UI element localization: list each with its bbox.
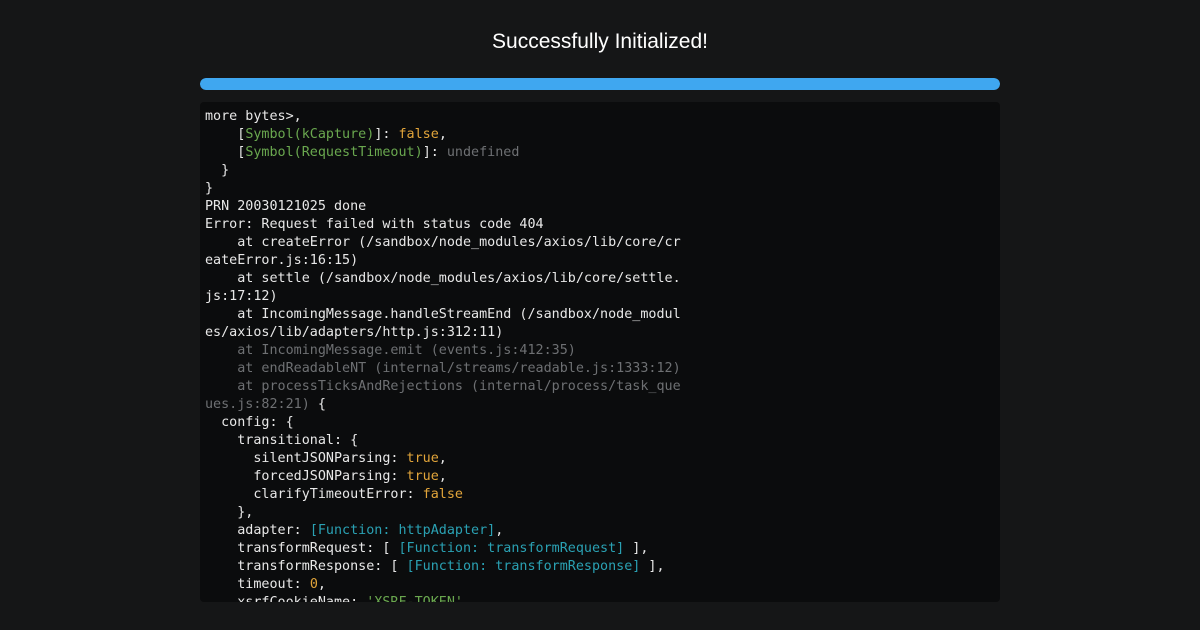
console-line-segment: Symbol(kCapture): [245, 127, 375, 142]
console-line-segment: transformResponse: [: [205, 559, 407, 574]
console-line-segment: xsrfCookieName:: [205, 595, 366, 602]
console-line-segment: timeout:: [205, 577, 310, 592]
console-line-segment: at IncomingMessage.handleStreamEnd (/san…: [205, 307, 681, 322]
console-line-segment: 0: [309, 577, 318, 592]
console-lines: more bytes>, [Symbol(kCapture)]: false, …: [205, 108, 681, 602]
console-line-segment: false: [398, 127, 439, 142]
console-line-segment: js:17:12): [205, 289, 278, 304]
console-line-segment: ]:: [374, 127, 399, 142]
console-line-segment: ,: [463, 595, 471, 602]
console-line: },: [205, 504, 681, 522]
console-line-segment: [Function: transformRequest]: [398, 541, 625, 556]
console-line-segment: clarifyTimeoutError:: [205, 487, 423, 502]
console-line: }: [205, 162, 681, 180]
console-line-segment: ,: [317, 577, 326, 592]
console-line: timeout: 0,: [205, 576, 681, 594]
console-line-segment: [Function: httpAdapter]: [309, 523, 496, 538]
console-line: config: {: [205, 414, 681, 432]
console-output[interactable]: more bytes>, [Symbol(kCapture)]: false, …: [200, 102, 1000, 602]
console-line: at IncomingMessage.emit (events.js:412:3…: [205, 342, 681, 360]
console-line: transformResponse: [ [Function: transfor…: [205, 558, 681, 576]
console-line: at settle (/sandbox/node_modules/axios/l…: [205, 270, 681, 288]
console-line-segment: 'XSRF-TOKEN': [366, 595, 463, 602]
console-line: [Symbol(kCapture)]: false,: [205, 126, 681, 144]
console-line: at IncomingMessage.handleStreamEnd (/san…: [205, 306, 681, 324]
console-line: }: [205, 180, 681, 198]
console-line-segment: }: [205, 163, 230, 178]
console-line-segment: transformRequest: [: [205, 541, 399, 556]
console-line: more bytes>,: [205, 108, 681, 126]
console-line: eateError.js:16:15): [205, 252, 681, 270]
console-line-segment: [Function: transformResponse]: [406, 559, 641, 574]
console-line: at createError (/sandbox/node_modules/ax…: [205, 234, 681, 252]
console-line-segment: PRN 20030121025 done: [205, 199, 367, 214]
console-line: adapter: [Function: httpAdapter],: [205, 522, 681, 540]
console-line-segment: at processTicksAndRejections (internal/p…: [205, 379, 681, 394]
console-line: PRN 20030121025 done: [205, 198, 681, 216]
console-line-segment: },: [205, 505, 254, 520]
console-line-segment: ]:: [422, 145, 447, 160]
console-line: js:17:12): [205, 288, 681, 306]
console-line-segment: false: [422, 487, 463, 502]
console-line: clarifyTimeoutError: false: [205, 486, 681, 504]
console-line-segment: more bytes>,: [205, 109, 302, 124]
progress-bar: [200, 78, 1000, 90]
console-line: transformRequest: [ [Function: transform…: [205, 540, 681, 558]
console-line-segment: true: [406, 451, 439, 466]
console-line-segment: ,: [438, 127, 447, 142]
console-line-segment: [205, 127, 237, 142]
console-line: es/axios/lib/adapters/http.js:312:11): [205, 324, 681, 342]
page-title: Successfully Initialized!: [492, 30, 708, 53]
console-line-segment: ,: [438, 451, 447, 466]
console-line-segment: eateError.js:16:15): [205, 253, 359, 268]
console-line-segment: ues.js:82:21): [205, 397, 310, 412]
progress-bar-fill: [200, 78, 1000, 90]
console-line-segment: ],: [624, 541, 649, 556]
console-line-segment: true: [406, 469, 439, 484]
console-line-segment: transitional: {: [205, 433, 359, 448]
console-line: xsrfCookieName: 'XSRF-TOKEN',: [205, 594, 681, 602]
console-line: silentJSONParsing: true,: [205, 450, 681, 468]
console-line-segment: Symbol(RequestTimeout): [245, 145, 423, 160]
console-line-segment: {: [309, 397, 326, 412]
console-line: Error: Request failed with status code 4…: [205, 216, 681, 234]
console-line-segment: config: {: [205, 415, 294, 430]
console-line: forcedJSONParsing: true,: [205, 468, 681, 486]
console-line-segment: Error: Request failed with status code 4…: [205, 217, 544, 232]
console-line-segment: at IncomingMessage.emit (events.js:412:3…: [205, 343, 576, 358]
console-line: ues.js:82:21) {: [205, 396, 681, 414]
console-line-segment: at settle (/sandbox/node_modules/axios/l…: [205, 271, 681, 286]
console-line-segment: ,: [438, 469, 447, 484]
console-line: [Symbol(RequestTimeout)]: undefined: [205, 144, 681, 162]
console-line-segment: at createError (/sandbox/node_modules/ax…: [205, 235, 681, 250]
console-line-segment: ],: [640, 559, 665, 574]
console-line-segment: ,: [495, 523, 504, 538]
console-line-segment: es/axios/lib/adapters/http.js:312:11): [205, 325, 504, 340]
console-line: at processTicksAndRejections (internal/p…: [205, 378, 681, 396]
console-line-segment: [205, 145, 237, 160]
console-line-segment: at endReadableNT (internal/streams/reada…: [205, 361, 681, 376]
console-line-segment: }: [205, 181, 214, 196]
console-line-segment: forcedJSONParsing:: [205, 469, 407, 484]
console-line-segment: silentJSONParsing:: [205, 451, 407, 466]
console-line: transitional: {: [205, 432, 681, 450]
console-line: at endReadableNT (internal/streams/reada…: [205, 360, 681, 378]
console-line-segment: undefined: [446, 145, 520, 160]
console-line-segment: adapter:: [205, 523, 310, 538]
